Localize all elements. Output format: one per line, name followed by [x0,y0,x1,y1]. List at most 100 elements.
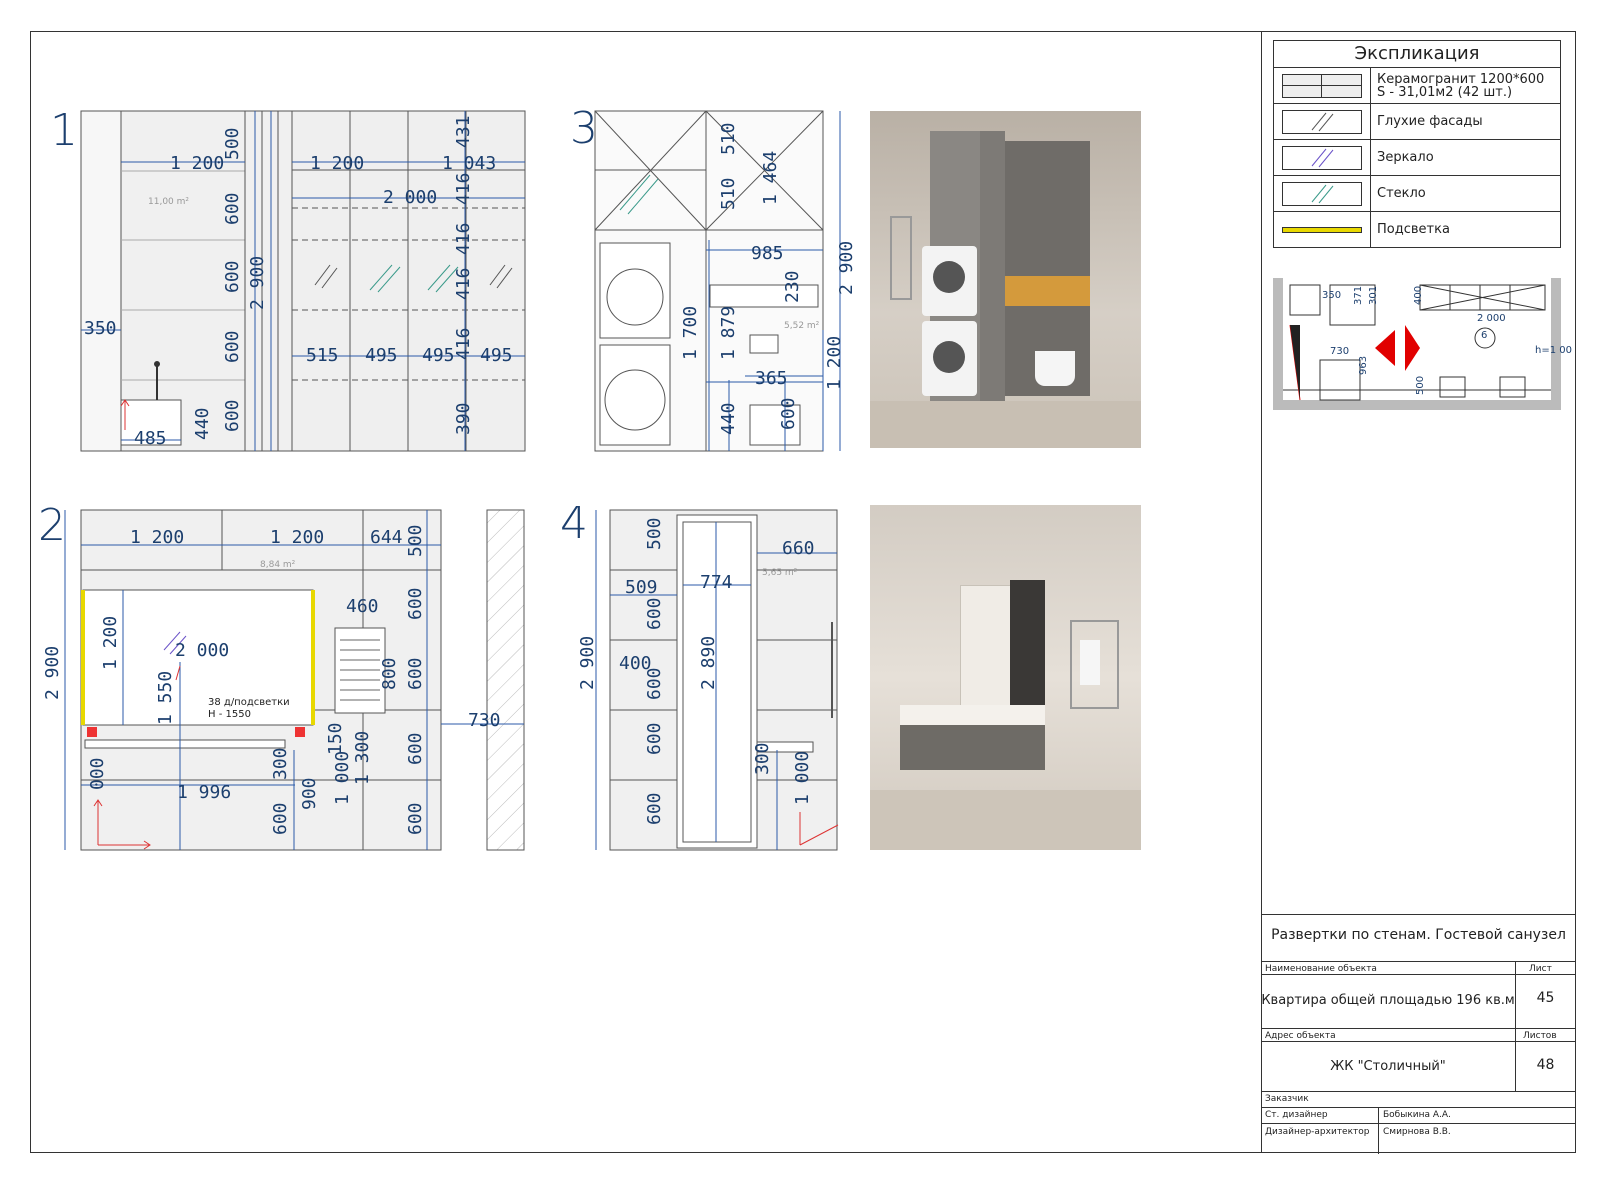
dimension-label: 416 [453,222,474,255]
plan-label: 350 [1322,290,1342,301]
legend-label-sub: S - 31,01м2 (42 шт.) [1377,84,1513,100]
dimension-label: 1 700 [680,305,701,360]
blind-facade-swatch [1274,104,1371,139]
area-label: 8,84 m² [260,560,296,570]
legend-label: Стекло [1377,186,1426,201]
dimension-label: 1 000 [792,750,813,805]
dimension-label: 495 [480,345,513,366]
dimension-label: 2 890 [698,635,719,690]
legend-row-mirror: Зеркало [1274,140,1560,176]
dimension-label: 1 200 [100,615,121,670]
mirror-swatch [1274,140,1371,175]
sheet-number: 45 [1536,990,1555,1006]
dimension-label: 350 [84,318,117,339]
dimension-label: 416 [453,327,474,360]
dimension-label: 600 [270,802,291,835]
dimension-label: 500 [222,127,243,160]
dimension-label: 440 [718,402,739,435]
legend-label: Глухие фасады [1377,114,1483,129]
sheets-count: 48 [1536,1057,1555,1073]
legend-row-tile: Керамогранит 1200*600 S - 31,01м2 (42 шт… [1274,68,1560,104]
glass-swatch [1274,176,1371,211]
dimension-label: 1 000 [332,750,353,805]
customer-label: Заказчик [1265,1094,1309,1104]
dimension-label: 2 900 [836,240,857,295]
dimension-label: 600 [222,260,243,293]
dimension-label: 600 [405,802,426,835]
legend-label: Керамогранит 1200*600 [1377,71,1545,87]
dimension-label: 509 [625,577,658,598]
plan-label: 730 [1330,346,1350,357]
dimension-label: 1 043 [442,153,497,174]
legend-row-blind: Глухие фасады [1274,104,1560,140]
address-value: ЖК "Столичный" [1330,1059,1446,1074]
dimension-label: 440 [192,407,213,440]
dimension-label: 800 [379,657,400,690]
dimension-label: 365 [755,368,788,389]
area-label: 11,00 m² [148,197,190,207]
dimension-label: 1 200 [310,153,365,174]
dimension-label: 2 000 [175,640,230,661]
legend-table: Экспликация Керамогранит 1200*600 S - 31… [1273,40,1561,248]
dimension-label: 390 [453,402,474,435]
dimension-label: 600 [405,732,426,765]
sheet-title: Развертки по стенам. Гостевой санузел [1271,927,1566,943]
legend-title: Экспликация [1274,41,1560,68]
dimension-label: 900 [299,777,320,810]
plan-label: 2 000 [1477,313,1506,324]
render-photo-bottom [870,505,1141,850]
legend-row-backlight: Подсветка [1274,212,1560,247]
lead-designer-label: Ст. дизайнер [1265,1110,1328,1120]
dimension-label: 1 300 [352,730,373,785]
legend-label: Подсветка [1377,222,1450,237]
plan-label: 6 [1481,330,1488,341]
dimension-label: 2 900 [42,645,63,700]
dimension-label: 600 [778,397,799,430]
dimension-label: 600 [644,722,665,755]
dimension-label: 510 [718,122,739,155]
dimension-label: 600 [405,657,426,690]
dimension-label: 1 200 [270,527,325,548]
dimension-label: 495 [422,345,455,366]
object-value: Квартира общей площадью 196 кв.м [1261,993,1515,1008]
dimension-label: 600 [644,667,665,700]
architect-label: Дизайнер-архитектор [1265,1127,1370,1137]
dimension-label: 1 550 [155,670,176,725]
dimension-label: 985 [751,243,784,264]
dimension-label: 600 [222,399,243,432]
area-label: 5,65 m² [762,568,798,578]
sheet-label: Лист [1529,964,1552,974]
dimension-label: 600 [644,792,665,825]
backlight-note: H - 1550 [208,709,251,720]
title-block: Развертки по стенам. Гостевой санузел На… [1261,914,1576,1154]
dimension-label: 431 [453,115,474,148]
dimension-label: 600 [222,192,243,225]
backlight-note: 38 д/подсветки [208,697,290,708]
legend-label: Зеркало [1377,150,1434,165]
dimension-label: 730 [468,710,501,731]
dimension-label: 2 000 [383,187,438,208]
dimension-label: 1 200 [130,527,185,548]
dimension-label: 300 [752,742,773,775]
dimension-label: 510 [718,177,739,210]
lead-designer-name: Бобыкина А.А. [1383,1110,1451,1120]
backlight-swatch [1274,212,1371,247]
dimension-label: 230 [782,270,803,303]
dimension-label: 416 [453,267,474,300]
dimension-label: 500 [405,524,426,557]
tile-swatch [1274,68,1371,103]
area-label: 5,52 m² [784,321,820,331]
plan-label: 500 [1415,375,1426,395]
dimension-label: 300 [270,747,291,780]
dimension-label: 495 [365,345,398,366]
plan-label: 301 [1368,285,1379,305]
dimension-label: 660 [782,538,815,559]
elevation-view-3 [594,110,841,452]
dimension-label: 600 [405,587,426,620]
render-photo-top [870,111,1141,448]
dimension-label: 460 [346,596,379,617]
dimension-label: 000 [87,757,108,790]
dimension-label: 485 [134,428,167,449]
dimension-label: 1 464 [760,150,781,205]
dimension-label: 416 [453,172,474,205]
